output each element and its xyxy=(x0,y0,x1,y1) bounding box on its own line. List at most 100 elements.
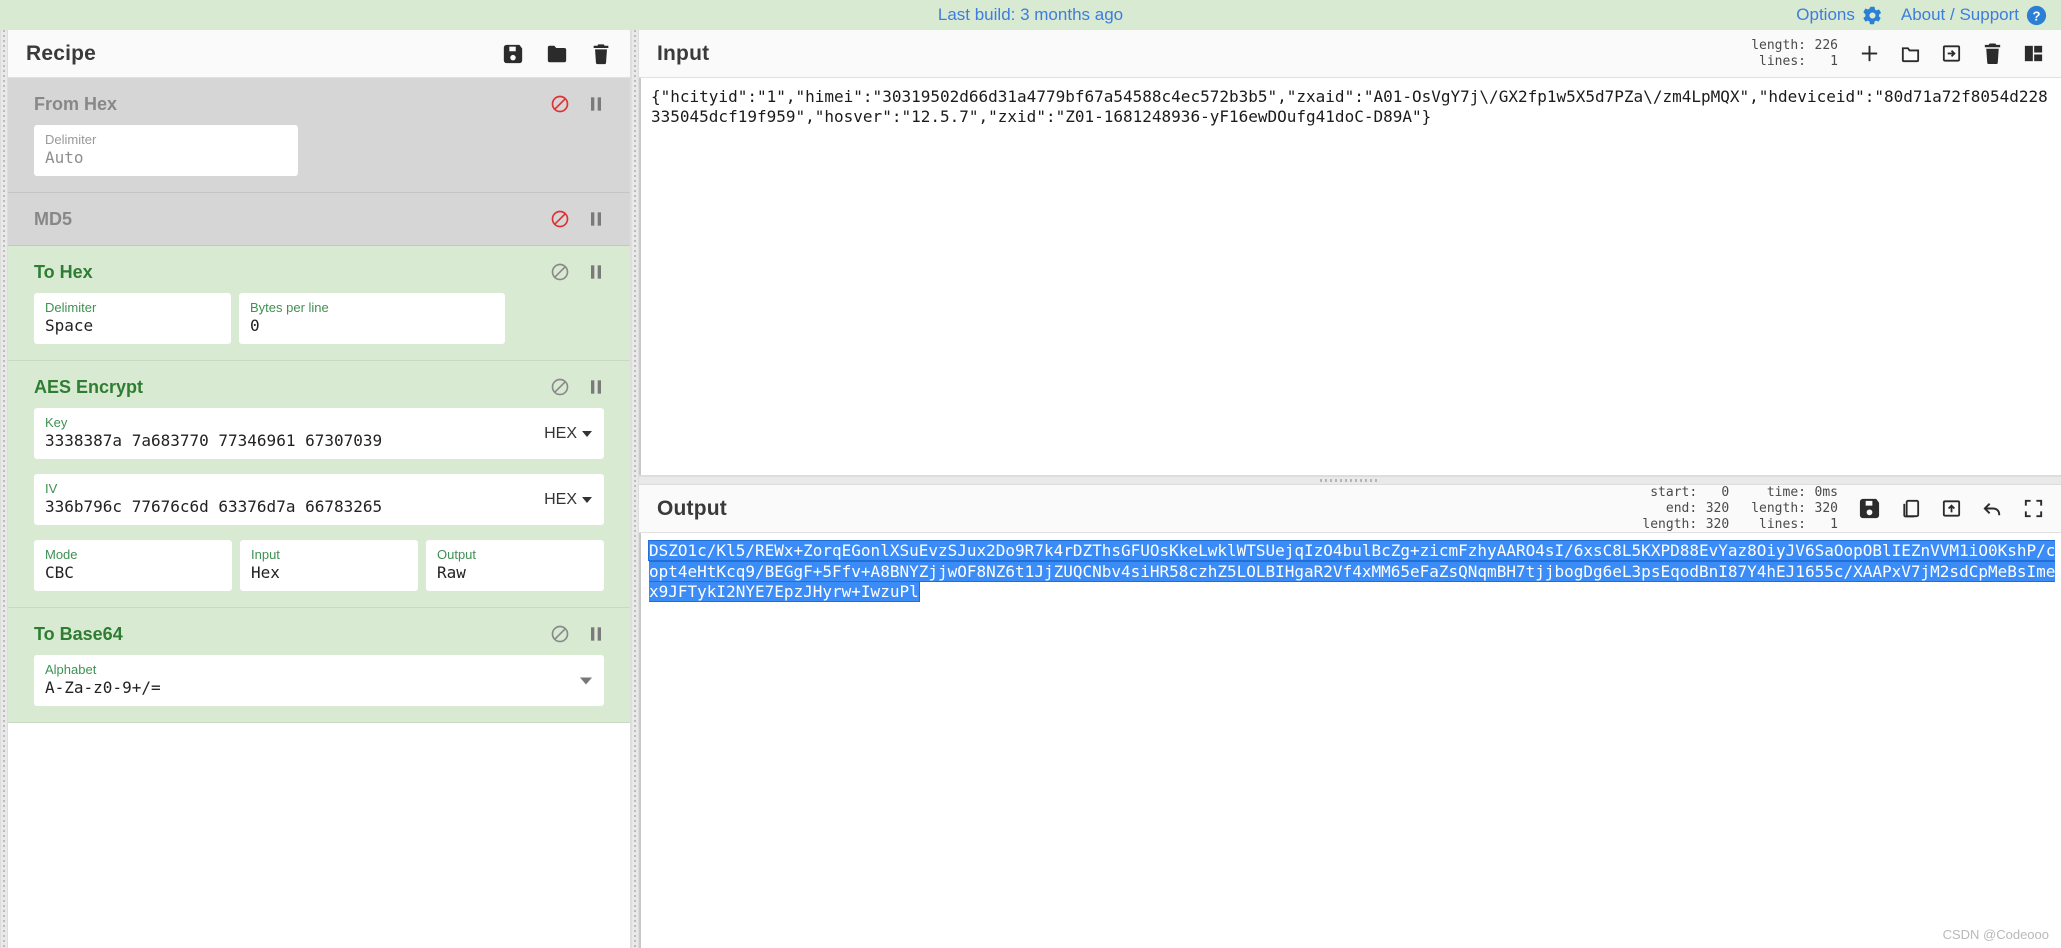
arg-label: IV xyxy=(45,481,58,496)
iv-format-select[interactable]: HEX xyxy=(544,491,592,509)
arg-label: Key xyxy=(45,415,68,430)
output-textarea[interactable]: DSZO1c/Kl5/REWx+ZorqEGonlXSuEvzSJux2Do9R… xyxy=(639,533,2061,948)
disable-operation-icon[interactable] xyxy=(550,94,570,114)
input-title: Input xyxy=(657,41,710,65)
arg-label: Delimiter xyxy=(45,132,97,147)
breakpoint-operation-icon[interactable] xyxy=(586,377,606,397)
operation-controls xyxy=(550,624,616,644)
io-splitter[interactable] xyxy=(639,476,2061,485)
output-start-label: start: xyxy=(1650,484,1698,500)
arg-mode[interactable]: Mode CBC xyxy=(34,540,232,591)
operation-controls xyxy=(550,262,616,282)
output-end-value: 320 xyxy=(1705,500,1730,516)
chevron-down-icon xyxy=(582,496,592,503)
output-start-value: 0 xyxy=(1721,484,1730,500)
operation-header: MD5 xyxy=(22,204,616,234)
tabs-icon[interactable] xyxy=(2022,42,2045,65)
output-sel-length-value: 320 xyxy=(1705,516,1730,532)
arg-label: Output xyxy=(437,547,477,562)
breakpoint-operation-icon[interactable] xyxy=(586,624,606,644)
disable-operation-icon[interactable] xyxy=(550,377,570,397)
arg-alphabet[interactable]: Alphabet A-Za-z0-9+/= xyxy=(34,655,604,706)
input-meta: length: 226 lines: 1 xyxy=(1751,38,1838,70)
operation-arguments: Alphabet A-Za-z0-9+/= xyxy=(22,655,616,706)
arg-value: Space xyxy=(45,316,94,335)
recipe-operation-md5[interactable]: MD5 xyxy=(8,193,630,246)
key-format-label: HEX xyxy=(544,424,577,442)
center-drag-rail[interactable] xyxy=(631,30,639,948)
output-lines-row: lines: 1 xyxy=(1759,517,1838,533)
arg-key[interactable]: Key 3338387a 7a683770 77346961 67307039 … xyxy=(34,408,604,459)
arg-input-format[interactable]: Input Hex xyxy=(240,540,418,591)
recipe-title-icons xyxy=(502,43,612,65)
help-icon[interactable]: ? xyxy=(2026,5,2047,26)
output-meta: start: 0 end: 320 length: 320 time: 0ms … xyxy=(1642,485,1838,533)
arg-label: Mode xyxy=(45,547,78,562)
output-action-icons xyxy=(1858,497,2045,520)
chevron-down-icon xyxy=(582,430,592,437)
output-time-label: time: xyxy=(1766,484,1806,500)
about-support-link[interactable]: About / Support ? xyxy=(1901,5,2047,26)
arg-bytes-per-line[interactable]: Bytes per line 0 xyxy=(239,293,505,344)
options-link[interactable]: Options xyxy=(1796,5,1883,26)
operation-controls xyxy=(550,377,616,397)
arg-delimiter[interactable]: Delimiter Auto xyxy=(34,125,298,176)
input-length-row: length: 226 xyxy=(1751,38,1838,54)
operation-header: AES Encrypt xyxy=(22,372,616,402)
arg-iv[interactable]: IV 336b796c 77676c6d 63376d7a 66783265 H… xyxy=(34,474,604,525)
input-textarea[interactable]: {"hcityid":"1","himei":"30319502d66d31a4… xyxy=(639,78,2061,475)
recipe-operation-to-hex[interactable]: To Hex Delimiter Space Bytes per line 0 xyxy=(8,246,630,361)
open-file-icon[interactable] xyxy=(1940,42,1963,65)
clear-input-icon[interactable] xyxy=(1981,42,2004,65)
key-format-select[interactable]: HEX xyxy=(544,425,592,443)
save-output-icon[interactable] xyxy=(1858,497,1881,520)
operation-arguments: Delimiter Space Bytes per line 0 xyxy=(22,293,616,344)
input-action-icons xyxy=(1858,42,2045,65)
breakpoint-operation-icon[interactable] xyxy=(586,94,606,114)
save-recipe-icon[interactable] xyxy=(502,43,524,65)
recipe-operation-to-base64[interactable]: To Base64 Alphabet A-Za-z0-9+/= xyxy=(8,608,630,723)
input-meta-col: length: 226 lines: 1 xyxy=(1751,38,1838,70)
open-folder-icon[interactable] xyxy=(1899,42,1922,65)
maximise-output-icon[interactable] xyxy=(2022,497,2045,520)
recipe-title-bar: Recipe xyxy=(8,30,630,78)
left-drag-rail[interactable] xyxy=(0,30,8,948)
output-stats-meta: time: 0ms length: 320 lines: 1 xyxy=(1751,485,1838,533)
chevron-down-icon[interactable] xyxy=(580,677,592,684)
arg-label: Input xyxy=(251,547,280,562)
load-recipe-icon[interactable] xyxy=(546,43,568,65)
undo-icon[interactable] xyxy=(1981,497,2004,520)
copy-output-icon[interactable] xyxy=(1899,497,1922,520)
top-banner: Last build: 3 months ago Options About /… xyxy=(0,0,2061,30)
iv-format-label: HEX xyxy=(544,490,577,508)
recipe-operation-from-hex[interactable]: From Hex Delimiter Auto xyxy=(8,78,630,193)
arg-delimiter[interactable]: Delimiter Space xyxy=(34,293,231,344)
disable-operation-icon[interactable] xyxy=(550,262,570,282)
about-support-label: About / Support xyxy=(1900,5,2019,24)
breakpoint-operation-icon[interactable] xyxy=(586,209,606,229)
operation-header: To Hex xyxy=(22,257,616,287)
replace-input-icon[interactable] xyxy=(1940,497,1963,520)
arg-output-format[interactable]: Output Raw xyxy=(426,540,604,591)
disable-operation-icon[interactable] xyxy=(550,624,570,644)
recipe-operation-aes-encrypt[interactable]: AES Encrypt Key 3338387a 7a683770 773469… xyxy=(8,361,630,608)
arg-value: A-Za-z0-9+/= xyxy=(45,678,161,697)
operation-title: To Hex xyxy=(34,261,93,282)
operation-header: To Base64 xyxy=(22,619,616,649)
input-lines-row: lines: 1 xyxy=(1759,54,1838,70)
breakpoint-operation-icon[interactable] xyxy=(586,262,606,282)
output-lines-label: lines: xyxy=(1759,516,1806,532)
recipe-operation-list[interactable]: From Hex Delimiter Auto MD5 To Hex Delim… xyxy=(8,78,630,948)
arg-label: Bytes per line xyxy=(250,300,329,315)
clear-recipe-icon[interactable] xyxy=(590,43,612,65)
gear-icon[interactable] xyxy=(1862,5,1883,26)
arg-value: Auto xyxy=(45,148,84,167)
disable-operation-icon[interactable] xyxy=(550,209,570,229)
output-end-label: end: xyxy=(1665,500,1698,516)
input-lines-value: 1 xyxy=(1830,53,1838,69)
operation-title: AES Encrypt xyxy=(34,376,144,397)
page-title: Recipe xyxy=(26,41,97,65)
add-tab-icon[interactable] xyxy=(1858,42,1881,65)
output-end-row: end: 320 xyxy=(1666,501,1729,517)
input-title-bar: Input length: 226 lines: 1 xyxy=(639,30,2061,78)
